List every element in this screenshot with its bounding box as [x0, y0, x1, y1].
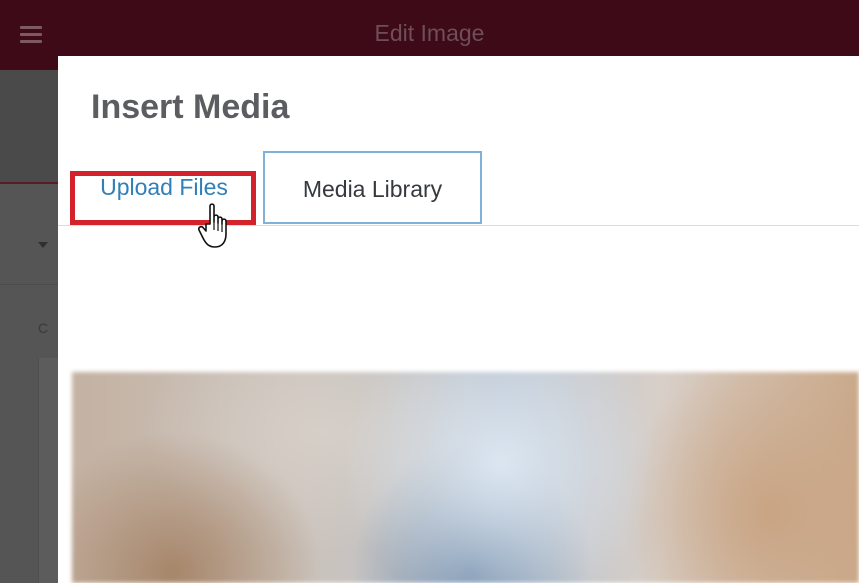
caret-down-icon[interactable] — [38, 242, 48, 248]
topbar-title: Edit Image — [374, 20, 485, 46]
media-tabs: Upload Files Media Library — [58, 151, 859, 226]
sidebar-divider — [0, 284, 58, 285]
tab-media-library[interactable]: Media Library — [263, 151, 482, 224]
sidebar-label: C — [38, 320, 49, 336]
hand-pointer-icon — [198, 203, 227, 248]
insert-media-modal: Insert Media Upload Files Media Library — [58, 56, 859, 583]
sidebar-panel — [38, 358, 59, 583]
media-preview-image — [72, 372, 859, 583]
sidebar-header-band — [0, 70, 58, 184]
modal-title: Insert Media — [91, 88, 290, 126]
editor-sidebar: C — [0, 70, 59, 583]
